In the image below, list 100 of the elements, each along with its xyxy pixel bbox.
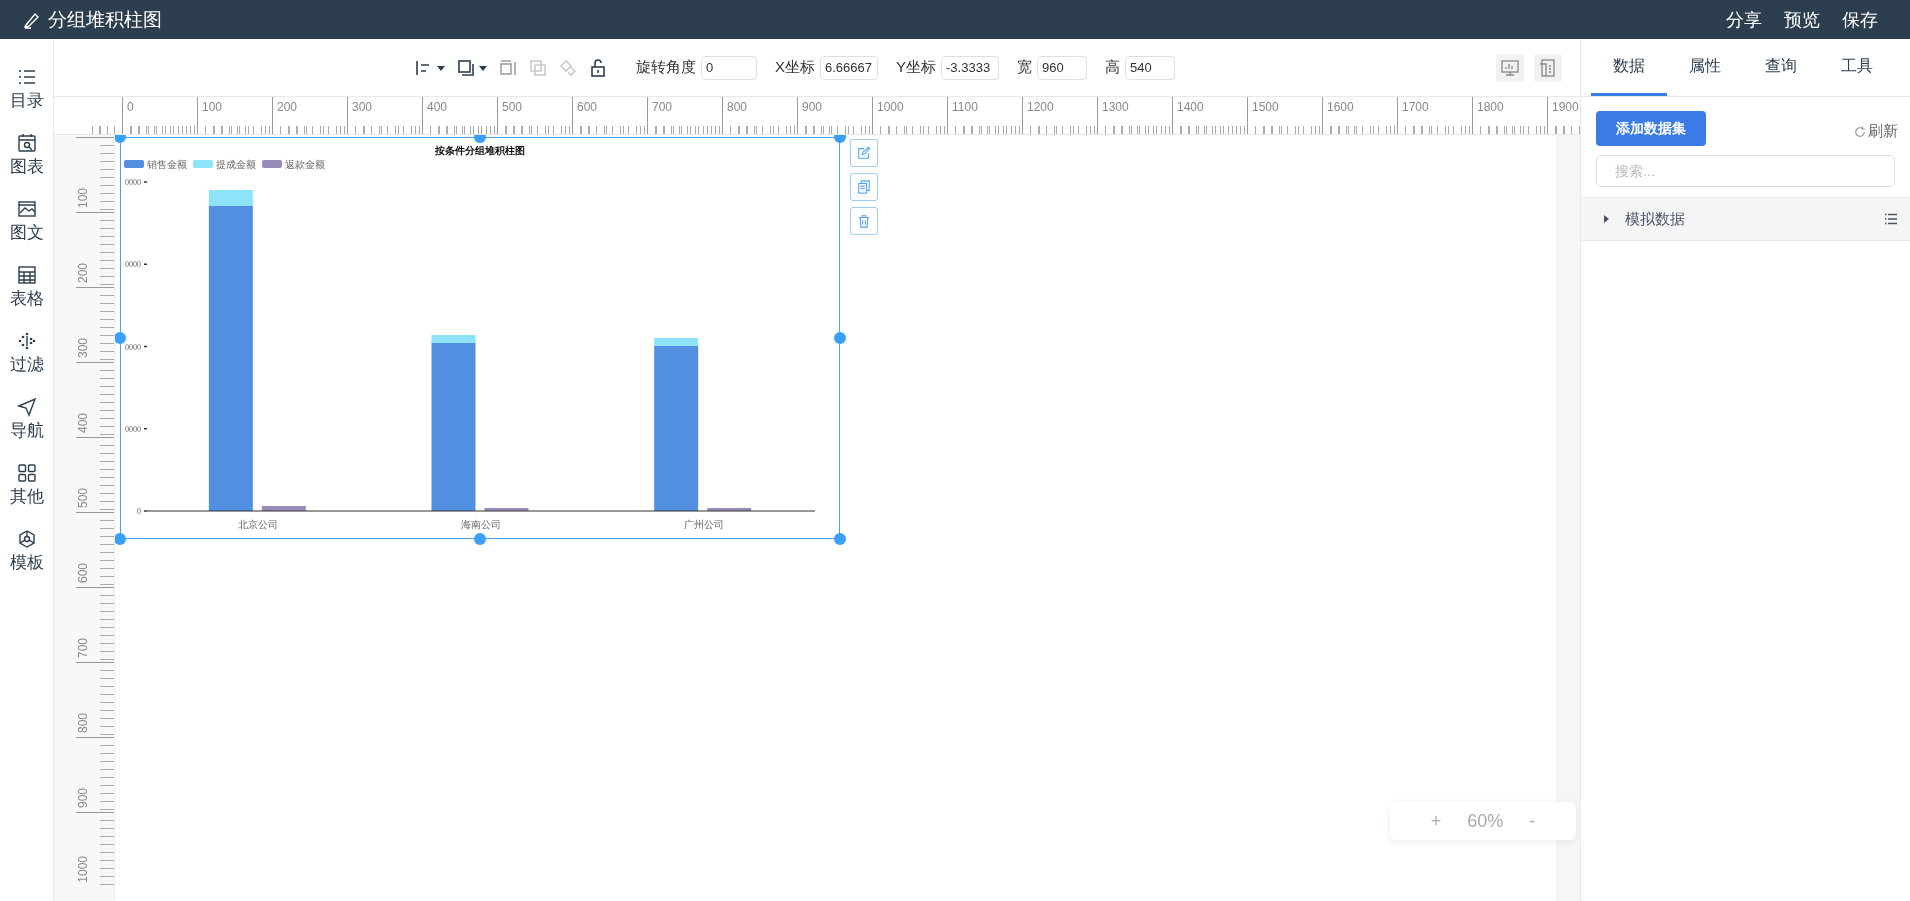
sidebar-item[interactable]: 图文	[9, 199, 44, 244]
axis-label: 0000	[125, 260, 141, 270]
sidebar-item[interactable]: 过滤	[9, 331, 44, 376]
resize-handle[interactable]	[834, 332, 846, 344]
grid-icon	[16, 463, 37, 483]
layers-icon	[456, 57, 476, 78]
trash-icon[interactable]	[850, 207, 878, 235]
field-label: 高	[1105, 58, 1121, 77]
ruler-label: 800	[726, 100, 748, 114]
overlap-icon	[528, 57, 548, 78]
legend-label: 销售金额	[147, 159, 187, 170]
list-icon	[16, 67, 37, 87]
resize-handle[interactable]	[834, 533, 846, 545]
ruler-label: 1500	[1251, 100, 1279, 114]
axis-label: 0000	[125, 342, 141, 352]
resize-handle[interactable]	[115, 533, 126, 545]
legend-label: 提成金额	[216, 159, 256, 170]
ruler-label: 1400	[1176, 100, 1204, 114]
refresh-button[interactable]: 刷新	[1854, 122, 1898, 141]
ruler-label: 200	[76, 262, 90, 285]
ruler-label: 1600	[1326, 100, 1354, 114]
input-field[interactable]: -3.3333	[941, 55, 1000, 80]
ruler-label: 600	[76, 562, 90, 585]
input-field[interactable]: 6.66667	[820, 55, 878, 80]
ruler-label: 1900	[1551, 100, 1579, 114]
calendar-search-icon	[16, 133, 37, 153]
ruler-label: 400	[426, 100, 448, 114]
tree-item[interactable]: 模拟数据	[1581, 197, 1910, 241]
axis-label: 0000	[125, 424, 141, 434]
ruler-label: 100	[201, 100, 223, 114]
send-icon	[16, 397, 37, 417]
ruler-label: 100	[76, 187, 90, 210]
axis-label: 北京公司	[238, 519, 279, 530]
ruler-label: 300	[351, 100, 373, 114]
search-field[interactable]: 搜索...	[1596, 155, 1895, 187]
header-link[interactable]: 预览	[1784, 7, 1820, 32]
edit-icon[interactable]	[850, 139, 878, 167]
input-field[interactable]: 540	[1125, 55, 1176, 80]
ruler-label: 400	[76, 412, 90, 435]
ruler-label: 1800	[1476, 100, 1504, 114]
align-right-button[interactable]	[498, 57, 518, 78]
sidebar-item[interactable]: 表格	[9, 265, 44, 310]
unlock-icon	[588, 57, 608, 78]
ruler-label: 800	[76, 712, 90, 735]
bar	[707, 508, 752, 511]
ruler-label: 1000	[876, 100, 904, 114]
ruler-label: 1700	[1401, 100, 1429, 114]
panel-tab[interactable]: 属性	[1667, 39, 1743, 96]
copy-icon[interactable]	[850, 173, 878, 201]
sidebar-item[interactable]: 其他	[9, 463, 44, 508]
input-field[interactable]: 0	[701, 55, 757, 80]
page-title: 分组堆积柱图	[48, 7, 162, 32]
legend-label: 返款金额	[285, 159, 325, 170]
ruler-label: 1200	[1026, 100, 1054, 114]
ruler-label: 500	[76, 487, 90, 510]
header-link[interactable]: 分享	[1726, 7, 1762, 32]
refresh-icon	[1854, 125, 1866, 138]
axis-label: 广州公司	[683, 519, 724, 530]
ruler-label: 900	[76, 787, 90, 810]
axis-label: 海南公司	[461, 519, 501, 530]
ruler-label: 700	[651, 100, 673, 114]
zoom-level: 60%	[1467, 810, 1504, 832]
dots-icon	[16, 331, 37, 351]
chart-title: 按条件分组堆积柱图	[435, 145, 525, 156]
sidebar-item[interactable]: 模板	[9, 529, 44, 574]
add-dataset-button[interactable]: 添加数据集	[1596, 111, 1706, 146]
input-field[interactable]: 960	[1037, 55, 1088, 80]
ruler-label: 1300	[1101, 100, 1129, 114]
monitor-icon[interactable]	[1496, 53, 1524, 82]
field-label: 旋转角度	[636, 58, 696, 77]
sidebar-item[interactable]: 图表	[9, 133, 44, 178]
sidebar-item[interactable]: 导航	[9, 397, 44, 442]
panel-tab[interactable]: 工具	[1819, 39, 1895, 96]
sidebar-item[interactable]: 目录	[9, 67, 44, 112]
resize-handle[interactable]	[115, 332, 126, 344]
tick-mark	[143, 510, 148, 512]
field-label: Y坐标	[896, 58, 937, 77]
bar	[484, 508, 529, 511]
ruler-label: 700	[76, 637, 90, 660]
ruler-label: 500	[501, 100, 523, 114]
axis-label: 0	[137, 507, 141, 516]
align-right-icon	[498, 57, 518, 78]
unlock-button[interactable]	[588, 57, 608, 78]
ruler-label: 0	[126, 100, 134, 114]
tick-mark	[143, 428, 148, 430]
document-icon[interactable]	[1534, 53, 1562, 82]
cube-icon	[16, 529, 37, 549]
chart-widget[interactable]: 按条件分组堆积柱图 销售金额 提成金额 返款金额 0000 0000 0000 0000 0 北京公司 海南公司 广州公司	[120, 137, 840, 539]
field-label: X坐标	[775, 58, 815, 77]
header-link[interactable]: 保存	[1842, 7, 1878, 32]
panel-tab[interactable]: 查询	[1743, 39, 1819, 96]
layer-button[interactable]	[456, 57, 488, 78]
ruler-label: 600	[576, 100, 598, 114]
ruler-label: 900	[801, 100, 823, 114]
panel-tab[interactable]: 数据	[1591, 39, 1667, 96]
axis-label: 0000	[125, 178, 141, 187]
table-icon	[16, 265, 37, 285]
tick-mark	[143, 263, 148, 265]
resize-handle[interactable]	[474, 533, 486, 545]
diamond-icon	[558, 57, 578, 78]
